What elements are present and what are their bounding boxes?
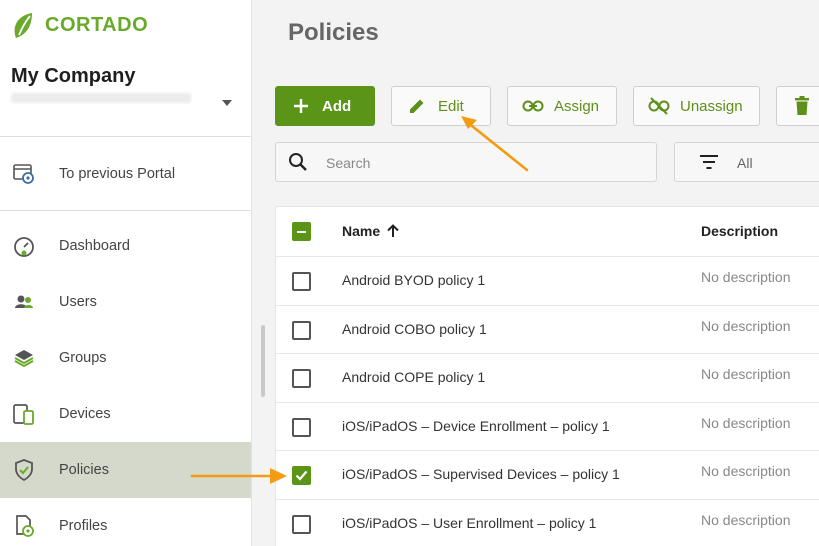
add-label: Add — [322, 97, 352, 115]
column-header-name[interactable]: Name — [342, 223, 401, 239]
row-checkbox[interactable] — [292, 466, 311, 486]
sidebar-item-label: To previous Portal — [59, 166, 176, 182]
sidebar-item-users[interactable]: Users — [0, 274, 251, 330]
sidebar-item-label: Policies — [59, 462, 109, 478]
dashboard-icon — [12, 234, 36, 258]
assign-label: Assign — [554, 97, 600, 115]
groups-icon — [12, 346, 36, 370]
sidebar-item-label: Profiles — [59, 518, 108, 534]
arrow-up-icon — [387, 224, 399, 237]
cell-description: No description — [701, 317, 791, 334]
sidebar-item-label: Groups — [59, 350, 107, 366]
sidebar-item-label: Devices — [59, 406, 111, 422]
column-header-description[interactable]: Description — [701, 223, 778, 239]
cell-description: No description — [701, 463, 791, 480]
row-checkbox[interactable] — [292, 272, 311, 291]
sidebar-item-label: Users — [59, 294, 97, 310]
sidebar-item-devices[interactable]: Devices — [0, 386, 251, 442]
cell-name: Android BYOD policy 1 — [342, 272, 486, 288]
cell-name: iOS/iPadOS – Supervised Devices – policy… — [342, 466, 620, 483]
table-row[interactable]: Android BYOD policy 1 No description — [276, 257, 819, 306]
shield-icon — [12, 458, 36, 482]
select-all-checkbox[interactable] — [292, 222, 311, 241]
profiles-icon — [12, 514, 36, 538]
trash-icon — [791, 95, 813, 117]
table-row[interactable]: Android COBO policy 1 No description — [276, 306, 819, 355]
search-input[interactable] — [326, 153, 626, 173]
column-header-name-label: Name — [342, 223, 381, 239]
row-checkbox[interactable] — [292, 369, 311, 389]
cell-description: No description — [701, 366, 791, 383]
devices-icon — [12, 402, 36, 426]
table-row[interactable]: iOS/iPadOS – User Enrollment – policy 1 N… — [276, 500, 819, 546]
edit-button[interactable]: Edit — [391, 86, 491, 126]
sidebar-item-previous-portal[interactable]: To previous Portal — [0, 146, 251, 202]
cell-name: Android COBO policy 1 — [342, 320, 487, 337]
cell-name: iOS/iPadOS – User Enrollment – policy 1 — [342, 515, 597, 531]
row-checkbox[interactable] — [292, 515, 311, 534]
search-icon — [288, 152, 308, 177]
table-header: Name Description — [276, 207, 819, 257]
cell-description: No description — [701, 414, 791, 431]
unlink-icon — [648, 95, 670, 117]
sidebar-item-dashboard[interactable]: Dashboard — [0, 218, 251, 274]
unassign-label: Unassign — [680, 97, 743, 115]
company-account-redacted — [11, 93, 191, 103]
sidebar-item-label: Dashboard — [59, 238, 130, 254]
users-icon — [12, 290, 36, 314]
brand-name: CORTADO — [45, 13, 149, 36]
search-box — [275, 142, 657, 182]
pencil-icon — [406, 95, 428, 117]
sidebar: CORTADO My Company To previous Portal Da… — [0, 0, 252, 546]
cortado-logo[interactable]: CORTADO — [10, 10, 148, 40]
unassign-button[interactable]: Unassign — [633, 86, 760, 126]
row-checkbox[interactable] — [292, 417, 311, 437]
edit-label: Edit — [438, 97, 464, 115]
row-checkbox[interactable] — [292, 320, 311, 340]
checkmark-icon — [295, 471, 308, 482]
link-icon — [522, 95, 544, 117]
table-row[interactable]: iOS/iPadOS – Supervised Devices – policy… — [276, 451, 819, 500]
sidebar-item-groups[interactable]: Groups — [0, 330, 251, 386]
table-row[interactable]: Android COPE policy 1 No description — [276, 354, 819, 403]
portal-icon — [12, 162, 36, 186]
delete-button[interactable] — [776, 86, 819, 126]
cell-description: No description — [701, 512, 791, 528]
plus-icon — [290, 95, 312, 117]
filter-value: All — [737, 155, 753, 171]
policies-table: Name Description Android BYOD policy 1 No… — [275, 206, 819, 546]
divider — [0, 136, 251, 137]
add-button[interactable]: Add — [275, 86, 375, 126]
table-row[interactable]: iOS/iPadOS – Device Enrollment – policy … — [276, 403, 819, 452]
cell-description: No description — [701, 269, 791, 285]
divider — [0, 210, 251, 211]
page-title: Policies — [288, 19, 379, 46]
filter-dropdown[interactable]: All — [674, 142, 819, 182]
chevron-down-icon[interactable] — [222, 100, 232, 106]
sidebar-item-policies[interactable]: Policies — [0, 442, 251, 498]
leaf-icon — [14, 13, 32, 38]
assign-button[interactable]: Assign — [507, 86, 617, 126]
cell-name: iOS/iPadOS – Device Enrollment – policy … — [342, 417, 610, 434]
sidebar-item-profiles[interactable]: Profiles — [0, 498, 251, 546]
cell-name: Android COPE policy 1 — [342, 369, 486, 386]
filter-icon — [699, 154, 719, 175]
sidebar-scrollbar[interactable] — [261, 325, 265, 397]
company-name: My Company — [11, 65, 136, 87]
